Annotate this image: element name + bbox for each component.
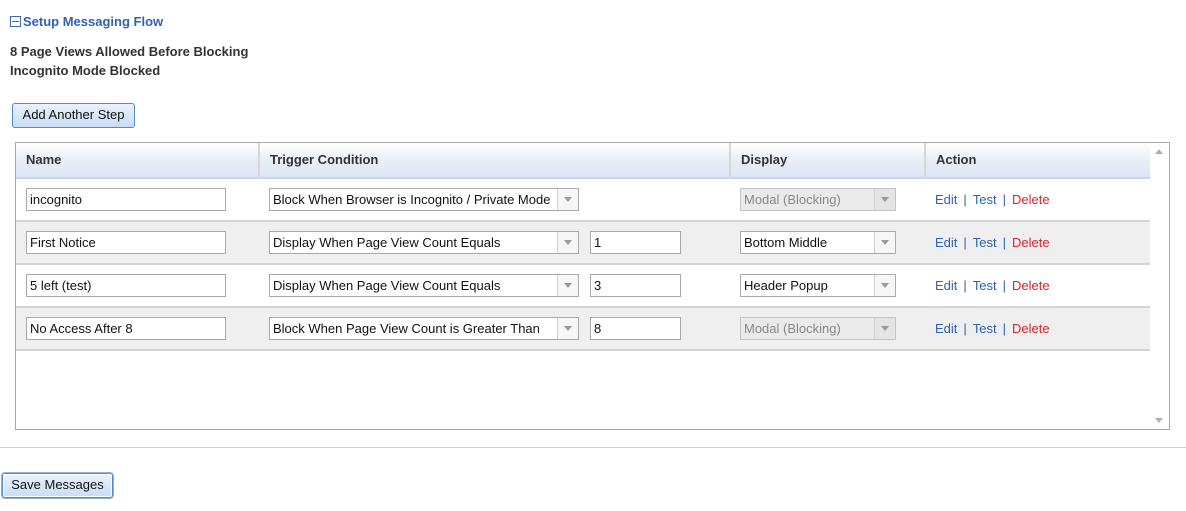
- chevron-down-icon[interactable]: [557, 318, 578, 339]
- chevron-down-icon[interactable]: [557, 232, 578, 253]
- row-actions: Edit | Test | Delete: [935, 222, 1050, 263]
- column-header-name[interactable]: Name: [16, 143, 258, 177]
- separator: |: [1002, 278, 1007, 293]
- add-another-step-button[interactable]: Add Another Step: [12, 103, 135, 128]
- display-select: Modal (Blocking): [740, 188, 896, 211]
- separator: |: [963, 235, 967, 250]
- edit-link[interactable]: Edit: [935, 192, 957, 207]
- vertical-scrollbar[interactable]: [1150, 143, 1169, 429]
- trigger-condition-select[interactable]: Display When Page View Count Equals: [269, 231, 579, 254]
- step-name-input[interactable]: 5 left (test): [26, 274, 226, 297]
- chevron-down-icon: [874, 189, 895, 210]
- separator: |: [1002, 321, 1007, 336]
- display-select: Modal (Blocking): [740, 317, 896, 340]
- incognito-summary: Incognito Mode Blocked: [10, 63, 161, 78]
- table-row: incognito Block When Browser is Incognit…: [16, 179, 1150, 222]
- display-value: Modal (Blocking): [744, 321, 841, 336]
- steps-grid: Name Trigger Condition Display Action in…: [15, 142, 1170, 430]
- edit-link[interactable]: Edit: [935, 278, 957, 293]
- test-link[interactable]: Test: [973, 278, 997, 293]
- page-view-count-input[interactable]: 1: [590, 231, 681, 254]
- section-title[interactable]: Setup Messaging Flow: [23, 14, 163, 29]
- page-views-summary: 8 Page Views Allowed Before Blocking: [10, 44, 249, 59]
- edit-link[interactable]: Edit: [935, 235, 957, 250]
- chevron-down-icon[interactable]: [557, 275, 578, 296]
- grid-header: Name Trigger Condition Display Action: [16, 143, 1150, 179]
- page-view-count-input[interactable]: 8: [590, 317, 681, 340]
- test-link[interactable]: Test: [973, 321, 997, 336]
- step-name-input[interactable]: incognito: [26, 188, 226, 211]
- scroll-up-arrow-icon[interactable]: [1155, 149, 1163, 154]
- table-row: First Notice Display When Page View Coun…: [16, 222, 1150, 265]
- collapse-minus-icon[interactable]: [10, 16, 21, 27]
- display-select[interactable]: Bottom Middle: [740, 231, 896, 254]
- column-header-display[interactable]: Display: [731, 143, 924, 177]
- table-row: No Access After 8 Block When Page View C…: [16, 308, 1150, 351]
- trigger-condition-value: Block When Browser is Incognito / Privat…: [273, 192, 551, 207]
- page-view-count-input[interactable]: 3: [590, 274, 681, 297]
- step-name-input[interactable]: First Notice: [26, 231, 226, 254]
- separator: |: [963, 192, 967, 207]
- chevron-down-icon[interactable]: [557, 189, 578, 210]
- table-row: 5 left (test) Display When Page View Cou…: [16, 265, 1150, 308]
- chevron-down-icon[interactable]: [874, 275, 895, 296]
- step-name-input[interactable]: No Access After 8: [26, 317, 226, 340]
- delete-link[interactable]: Delete: [1012, 192, 1050, 207]
- save-messages-button[interactable]: Save Messages: [1, 472, 114, 499]
- row-actions: Edit | Test | Delete: [935, 179, 1050, 220]
- edit-link[interactable]: Edit: [935, 321, 957, 336]
- trigger-condition-value: Display When Page View Count Equals: [273, 278, 501, 293]
- delete-link[interactable]: Delete: [1012, 321, 1050, 336]
- display-select[interactable]: Header Popup: [740, 274, 896, 297]
- delete-link[interactable]: Delete: [1012, 235, 1050, 250]
- display-value: Bottom Middle: [744, 235, 828, 250]
- chevron-down-icon[interactable]: [874, 232, 895, 253]
- test-link[interactable]: Test: [973, 235, 997, 250]
- separator: |: [1002, 192, 1007, 207]
- column-header-action[interactable]: Action: [926, 143, 1150, 177]
- display-value: Header Popup: [744, 278, 828, 293]
- collapse-header[interactable]: Setup Messaging Flow: [10, 14, 163, 29]
- row-actions: Edit | Test | Delete: [935, 265, 1050, 306]
- test-link[interactable]: Test: [973, 192, 997, 207]
- trigger-condition-select[interactable]: Block When Page View Count is Greater Th…: [269, 317, 579, 340]
- trigger-condition-select[interactable]: Display When Page View Count Equals: [269, 274, 579, 297]
- delete-link[interactable]: Delete: [1012, 278, 1050, 293]
- divider: [0, 447, 1186, 448]
- trigger-condition-select[interactable]: Block When Browser is Incognito / Privat…: [269, 188, 579, 211]
- chevron-down-icon: [874, 318, 895, 339]
- separator: |: [1002, 235, 1007, 250]
- column-header-trigger[interactable]: Trigger Condition: [260, 143, 729, 177]
- separator: |: [963, 278, 967, 293]
- row-actions: Edit | Test | Delete: [935, 308, 1050, 349]
- display-value: Modal (Blocking): [744, 192, 841, 207]
- trigger-condition-value: Display When Page View Count Equals: [273, 235, 501, 250]
- trigger-condition-value: Block When Page View Count is Greater Th…: [273, 321, 540, 336]
- separator: |: [963, 321, 967, 336]
- scroll-down-arrow-icon[interactable]: [1155, 418, 1163, 423]
